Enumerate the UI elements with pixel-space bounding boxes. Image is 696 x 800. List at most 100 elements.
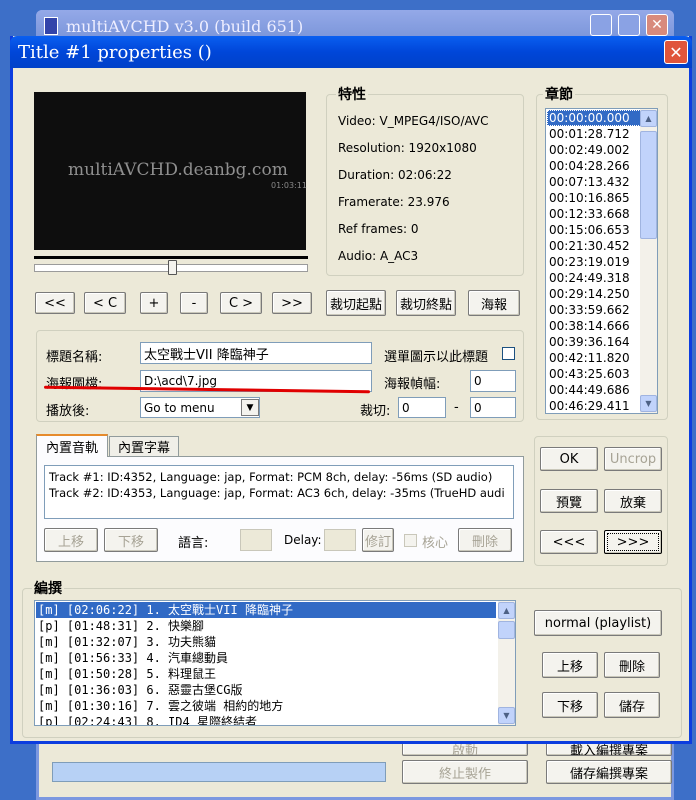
remove-chapter-button[interactable]: -: [180, 292, 208, 314]
chapter-item[interactable]: 00:46:29.411: [547, 398, 641, 413]
title-up-button[interactable]: 上移: [542, 652, 598, 678]
chapter-item[interactable]: 00:15:06.653: [547, 222, 641, 238]
title-item[interactable]: [p] [01:48:31] 2. 快樂腳: [36, 618, 496, 634]
prev-title-button[interactable]: <<<: [540, 530, 598, 554]
verify-checkbox[interactable]: [404, 534, 417, 547]
title-item[interactable]: [m] [01:56:33] 4. 汽車總動員: [36, 650, 496, 666]
prev-chapter-button[interactable]: < C: [84, 292, 126, 314]
chapter-item[interactable]: 00:24:49.318: [547, 270, 641, 286]
tab-audio-tracks[interactable]: 內置音軌: [36, 434, 108, 457]
chapter-item[interactable]: 00:10:16.865: [547, 190, 641, 206]
chapters-scrollbar[interactable]: ▲ ▼: [640, 109, 657, 413]
bg-save-project-button[interactable]: 儲存編撰專案: [546, 760, 672, 784]
forward-button[interactable]: >>: [272, 292, 312, 314]
ok-button[interactable]: OK: [540, 447, 598, 471]
chapter-item[interactable]: 00:07:13.432: [547, 174, 641, 190]
bg-minimize-button[interactable]: [590, 14, 612, 36]
track-delete-button[interactable]: 刪除: [458, 528, 512, 552]
track-down-button[interactable]: 下移: [104, 528, 158, 552]
title-item[interactable]: [m] [01:30:16] 7. 雲之彼端 相約的地方: [36, 698, 496, 714]
bg-close-button[interactable]: ✕: [646, 14, 668, 36]
chapter-item[interactable]: 00:42:11.820: [547, 350, 641, 366]
scroll-up-icon[interactable]: ▲: [640, 110, 657, 127]
discard-button[interactable]: 放棄: [604, 489, 662, 513]
poster-frame-input[interactable]: 0: [470, 370, 516, 392]
tab-subtitles[interactable]: 內置字幕: [109, 436, 179, 456]
track-item[interactable]: Track #2: ID:4353, Language: jap, Format…: [49, 485, 509, 501]
seek-slider-thumb[interactable]: [168, 260, 177, 275]
prop-video: Video: V_MPEG4/ISO/AVC: [338, 114, 489, 128]
titles-items: [m] [02:06:22] 1. 太空戰士VII 降臨神子 [p] [01:48…: [36, 602, 496, 725]
poster-button[interactable]: 海報: [468, 290, 520, 316]
next-title-button[interactable]: >>>: [604, 530, 662, 554]
title-item[interactable]: [m] [01:50:28] 5. 料理鼠王: [36, 666, 496, 682]
title-item[interactable]: [m] [01:36:03] 6. 惡靈古堡CG版: [36, 682, 496, 698]
chapter-item[interactable]: 00:38:14.666: [547, 318, 641, 334]
crop-label: 裁切:: [360, 404, 391, 419]
menu-icon-checkbox[interactable]: [502, 347, 515, 360]
after-play-select[interactable]: Go to menu ▼: [140, 397, 260, 418]
prop-framerate: Framerate: 23.976: [338, 195, 450, 209]
chapters-items: 00:00:00.000 00:01:28.712 00:02:49.002 00:0…: [547, 110, 641, 413]
title-name-input[interactable]: 太空戰士VII 降臨神子: [140, 342, 372, 364]
chapter-item[interactable]: 00:01:28.712: [547, 126, 641, 142]
uncrop-button[interactable]: Uncrop: [604, 447, 662, 471]
chapter-item[interactable]: 00:33:59.662: [547, 302, 641, 318]
tab-audio-label: 內置音軌: [45, 441, 98, 456]
chapter-item[interactable]: 00:02:49.002: [547, 142, 641, 158]
chapter-item[interactable]: 00:39:36.164: [547, 334, 641, 350]
crop-input-a[interactable]: 0: [398, 397, 446, 418]
chapters-list[interactable]: 00:00:00.000 00:01:28.712 00:02:49.002 00:0…: [545, 108, 658, 414]
language-input[interactable]: [240, 529, 272, 551]
bg-maximize-button[interactable]: [618, 14, 640, 36]
chapters-heading: 章節: [543, 84, 575, 104]
title-item[interactable]: [m] [01:32:07] 3. 功夫熊貓: [36, 634, 496, 650]
edit-heading: 編撰: [32, 578, 64, 598]
delay-input[interactable]: [324, 529, 356, 551]
scroll-up-icon[interactable]: ▲: [498, 602, 515, 619]
chapter-item-selected[interactable]: 00:00:00.000: [547, 110, 641, 126]
next-chapter-button[interactable]: C >: [220, 292, 262, 314]
chapter-item[interactable]: 00:44:49.686: [547, 382, 641, 398]
chapter-item[interactable]: 00:23:19.019: [547, 254, 641, 270]
chapters-scroll-thumb[interactable]: [640, 131, 657, 239]
video-preview: multiAVCHD.deanbg.com 01:03:11: [34, 92, 307, 250]
title-item-selected[interactable]: [m] [02:06:22] 1. 太空戰士VII 降臨神子: [36, 602, 496, 618]
add-chapter-button[interactable]: +: [140, 292, 168, 314]
preview-timecode: 01:03:11: [271, 181, 307, 190]
titles-list[interactable]: [m] [02:06:22] 1. 太空戰士VII 降臨神子 [p] [01:48…: [34, 600, 516, 726]
crop-input-b[interactable]: 0: [470, 397, 516, 418]
cut-end-button[interactable]: 裁切終點: [396, 290, 456, 316]
bg-start-button[interactable]: 啟動: [402, 742, 528, 756]
chapter-item[interactable]: 00:43:25.603: [547, 366, 641, 382]
cut-start-button[interactable]: 裁切起點: [326, 290, 386, 316]
track-item[interactable]: Track #1: ID:4352, Language: jap, Format…: [49, 469, 509, 485]
title-save-button[interactable]: 儲存: [604, 692, 660, 718]
bg-load-project-button[interactable]: 載入編撰專案: [546, 742, 672, 756]
track-modify-button[interactable]: 修訂: [362, 528, 394, 552]
language-label: 語言:: [178, 536, 209, 551]
crop-separator: -: [454, 400, 459, 415]
playlist-mode-button[interactable]: normal (playlist): [534, 610, 662, 636]
titles-scroll-thumb[interactable]: [498, 621, 515, 639]
dialog-close-button[interactable]: ✕: [664, 40, 688, 64]
tracks-list[interactable]: Track #1: ID:4352, Language: jap, Format…: [44, 465, 514, 519]
bg-stop-button[interactable]: 終止製作: [402, 760, 528, 784]
chapter-item[interactable]: 00:04:28.266: [547, 158, 641, 174]
app-icon: [44, 17, 58, 35]
title-delete-button[interactable]: 刪除: [604, 652, 660, 678]
track-up-button[interactable]: 上移: [44, 528, 98, 552]
scroll-down-icon[interactable]: ▼: [640, 395, 657, 412]
title-down-button[interactable]: 下移: [542, 692, 598, 718]
rewind-button[interactable]: <<: [35, 292, 75, 314]
preview-button[interactable]: 預覽: [540, 489, 598, 513]
preview-watermark: multiAVCHD.deanbg.com: [68, 160, 288, 180]
chevron-down-icon[interactable]: ▼: [241, 399, 259, 416]
chapter-item[interactable]: 00:29:14.250: [547, 286, 641, 302]
titles-scrollbar[interactable]: ▲ ▼: [498, 601, 515, 725]
title-item[interactable]: [p] [02:24:43] 8. ID4 星際終結者: [36, 714, 496, 725]
chapter-item[interactable]: 00:12:33.668: [547, 206, 641, 222]
chapter-item[interactable]: 00:21:30.452: [547, 238, 641, 254]
scroll-down-icon[interactable]: ▼: [498, 707, 515, 724]
delay-label: Delay:: [284, 533, 322, 547]
